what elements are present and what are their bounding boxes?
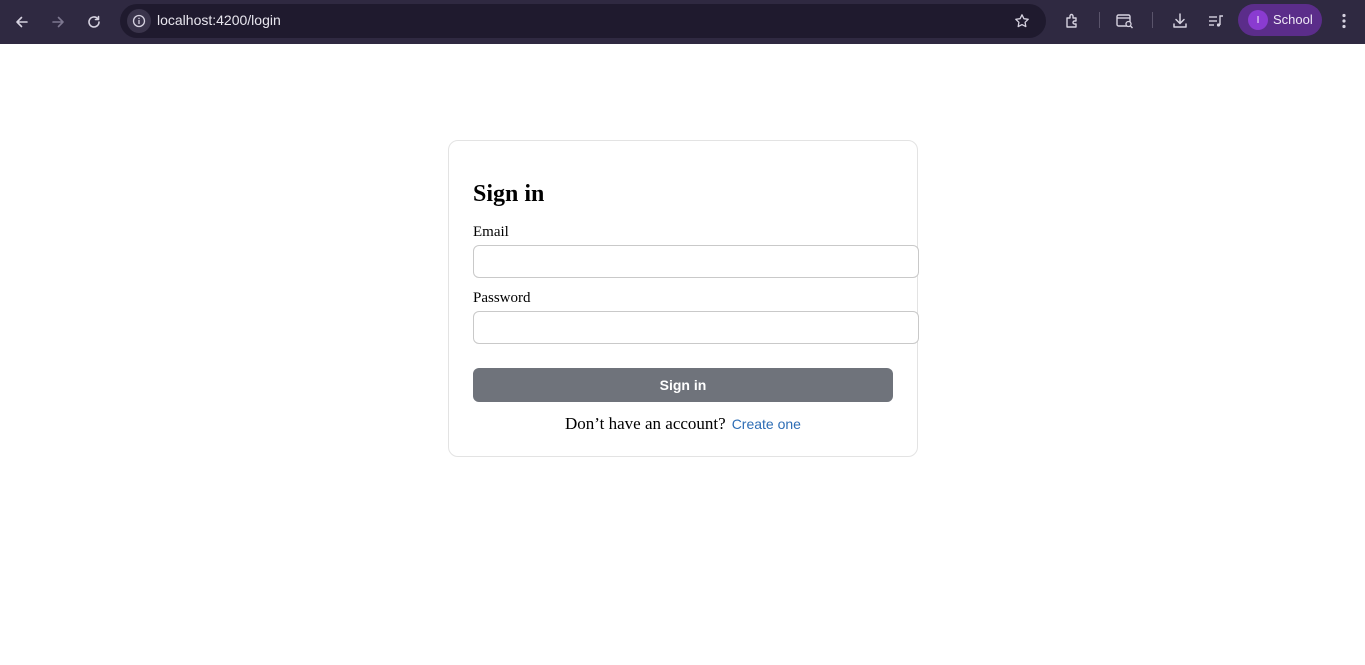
create-account-link[interactable]: Create one xyxy=(732,416,801,432)
profile-name: School xyxy=(1273,12,1313,27)
login-card: Sign in Email Password Sign in Don’t hav… xyxy=(448,140,919,457)
address-bar[interactable]: localhost:4200/login xyxy=(120,4,1046,38)
info-icon[interactable] xyxy=(127,9,151,33)
email-field[interactable] xyxy=(473,245,919,278)
avatar: I xyxy=(1248,10,1268,30)
reload-icon[interactable] xyxy=(80,8,108,36)
search-tab-icon[interactable] xyxy=(1114,10,1136,32)
email-label: Email xyxy=(473,224,509,240)
page-title: Sign in xyxy=(473,181,545,207)
url-text[interactable]: localhost:4200/login xyxy=(157,12,281,28)
signup-prompt: Don’t have an account? Create one xyxy=(449,414,917,434)
toolbar-divider xyxy=(1152,12,1153,28)
media-icon[interactable] xyxy=(1205,10,1227,32)
sign-in-button[interactable]: Sign in xyxy=(473,368,893,402)
download-icon[interactable] xyxy=(1169,10,1191,32)
browser-toolbar: localhost:4200/login I School xyxy=(0,0,1365,44)
back-icon[interactable] xyxy=(8,8,36,36)
star-icon[interactable] xyxy=(1012,11,1032,31)
more-icon[interactable] xyxy=(1334,10,1354,32)
extensions-icon[interactable] xyxy=(1062,10,1084,32)
forward-icon[interactable] xyxy=(44,8,72,36)
no-account-text: Don’t have an account? xyxy=(565,414,726,433)
password-label: Password xyxy=(473,290,531,306)
profile-button[interactable]: I School xyxy=(1238,4,1322,36)
toolbar-divider xyxy=(1099,12,1100,28)
password-field[interactable] xyxy=(473,311,919,344)
